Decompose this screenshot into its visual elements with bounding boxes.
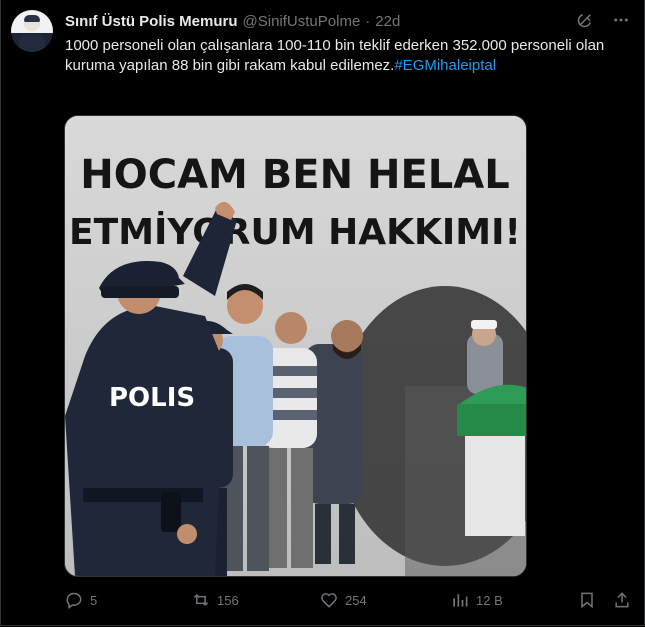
bookmark-icon [577,590,597,610]
reply-count: 5 [90,592,98,608]
repost-button[interactable]: 156 [191,590,239,610]
headline-line2: ETMİYORUM HAKKIMI! [69,211,521,253]
like-icon [319,590,339,610]
coffin [457,384,526,536]
bookmark-button[interactable] [577,590,597,610]
post-container[interactable]: Sınıf Üstü Polis Memuru @SinifUstuPolme … [0,0,645,626]
author-handle[interactable]: @SinifUstuPolme [243,13,361,30]
badge-text: POLIS [109,383,195,413]
avatar-cap [24,15,40,22]
post-body-text: 1000 personeli olan çalışanlara 100-110 … [65,37,605,74]
views-icon [450,590,470,610]
avatar[interactable] [11,10,53,52]
separator-dot: · [365,12,371,30]
post-text: 1000 personeli olan çalışanlara 100-110 … [65,36,625,76]
like-button[interactable]: 254 [319,590,367,610]
action-bar: 5 156 254 12 B [64,590,632,612]
reply-button[interactable]: 5 [64,590,97,610]
illustration: HOCAM BEN HELAL ETMİYORUM HAKKIMI! POLIS [65,116,526,576]
headline-line1: HOCAM BEN HELAL [80,152,509,198]
repost-icon [191,590,211,610]
share-icon [612,590,632,610]
post-image[interactable]: HOCAM BEN HELAL ETMİYORUM HAKKIMI! POLIS [64,115,527,577]
views-count: 12 B [476,592,503,608]
post-header: Sınıf Üstü Polis Memuru @SinifUstuPolme … [65,11,400,31]
author-name[interactable]: Sınıf Üstü Polis Memuru [65,13,238,30]
share-button[interactable] [612,590,632,610]
hashtag-link[interactable]: #EGMihaleiptal [394,57,496,74]
avatar-body [19,34,45,52]
reply-icon [64,590,84,610]
more-icon[interactable] [612,11,630,29]
like-count: 254 [345,592,367,608]
repost-count: 156 [217,592,239,608]
top-icons [576,11,630,29]
post-time[interactable]: 22d [375,13,400,30]
grok-icon[interactable] [576,11,594,29]
views-button[interactable]: 12 B [450,590,503,610]
